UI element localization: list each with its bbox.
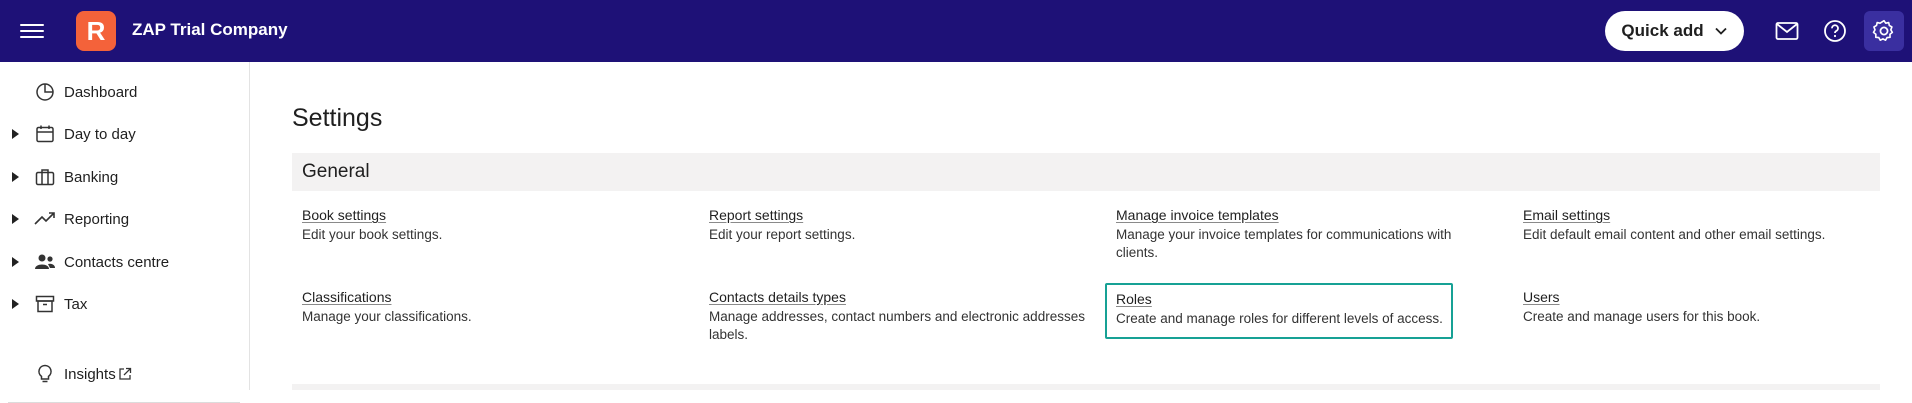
- company-name: ZAP Trial Company: [132, 20, 288, 39]
- trend-line-icon: [34, 208, 56, 230]
- sidebar: Dashboard Day to day Banking Reporting C…: [0, 62, 250, 403]
- expand-caret-icon[interactable]: [12, 129, 19, 139]
- card-description: Manage your classifications.: [302, 309, 472, 324]
- page-title: Settings: [292, 104, 383, 132]
- people-icon: [34, 251, 56, 273]
- sidebar-item-day-to-day[interactable]: Day to day: [0, 116, 249, 152]
- calendar-icon: [34, 123, 56, 145]
- card-description: Create and manage users for this book.: [1523, 309, 1761, 324]
- menu-icon[interactable]: [20, 20, 44, 42]
- card-description: Create and manage roles for different le…: [1116, 311, 1443, 326]
- help-icon[interactable]: [1819, 15, 1851, 47]
- card-link-email-settings[interactable]: Email settings: [1523, 207, 1610, 224]
- top-bar: R ZAP Trial Company Quick add: [0, 0, 1912, 62]
- lightbulb-icon: [34, 363, 56, 385]
- card-link-book-settings[interactable]: Book settings: [302, 207, 386, 224]
- settings-card-email: Email settings Edit default email conten…: [1523, 207, 1903, 244]
- sidebar-item-reporting[interactable]: Reporting: [0, 201, 249, 237]
- expand-caret-icon[interactable]: [12, 257, 19, 267]
- sidebar-item-label: Dashboard: [64, 83, 138, 101]
- sidebar-item-tax[interactable]: Tax: [0, 286, 249, 322]
- card-link-roles[interactable]: Roles: [1116, 291, 1152, 308]
- card-description: Manage your invoice templates for commun…: [1116, 227, 1452, 260]
- card-link-manage-invoice-templates[interactable]: Manage invoice templates: [1116, 207, 1279, 224]
- card-link-report-settings[interactable]: Report settings: [709, 207, 803, 224]
- sidebar-item-label: Banking: [64, 168, 119, 186]
- section-header-general: General: [292, 153, 1880, 191]
- card-description: Edit default email content and other ema…: [1523, 227, 1826, 242]
- sidebar-item-label: Reporting: [64, 210, 130, 228]
- expand-caret-icon[interactable]: [12, 172, 19, 182]
- briefcase-icon: [34, 166, 56, 188]
- mail-icon[interactable]: [1771, 15, 1803, 47]
- settings-card-book: Book settings Edit your book settings.: [302, 207, 682, 244]
- company-logo[interactable]: R: [76, 11, 116, 51]
- card-description: Edit your report settings.: [709, 227, 856, 242]
- settings-card-report: Report settings Edit your report setting…: [709, 207, 1089, 244]
- archive-box-icon: [34, 293, 56, 315]
- expand-caret-icon[interactable]: [12, 214, 19, 224]
- sidebar-item-label: Contacts centre: [64, 253, 170, 271]
- settings-card-roles[interactable]: Roles Create and manage roles for differ…: [1105, 283, 1453, 339]
- next-section-header: [292, 384, 1880, 390]
- gear-icon: [1872, 19, 1894, 42]
- chevron-down-icon: [1714, 27, 1727, 35]
- sidebar-item-label: Tax: [64, 295, 88, 313]
- sidebar-item-label: Insights: [64, 365, 116, 383]
- settings-button[interactable]: [1864, 11, 1904, 51]
- pie-chart-icon: [34, 81, 56, 103]
- card-description: Edit your book settings.: [302, 227, 443, 242]
- external-link-icon: [119, 367, 132, 380]
- quick-add-label: Quick add: [1621, 21, 1704, 40]
- card-description: Manage addresses, contact numbers and el…: [709, 309, 1085, 342]
- sidebar-item-banking[interactable]: Banking: [0, 159, 249, 195]
- settings-card-users: Users Create and manage users for this b…: [1523, 289, 1903, 326]
- quick-add-button[interactable]: Quick add: [1605, 11, 1744, 51]
- card-link-classifications[interactable]: Classifications: [302, 289, 391, 306]
- card-link-contacts-details-types[interactable]: Contacts details types: [709, 289, 846, 306]
- sidebar-item-insights[interactable]: Insights: [0, 356, 249, 392]
- settings-card-invoice-templates: Manage invoice templates Manage your inv…: [1116, 207, 1496, 262]
- main-content: Settings General Book settings Edit your…: [251, 62, 1912, 390]
- sidebar-item-label: Day to day: [64, 125, 136, 143]
- sidebar-item-contacts-centre[interactable]: Contacts centre: [0, 244, 249, 280]
- expand-caret-icon[interactable]: [12, 299, 19, 309]
- settings-card-contact-details-types: Contacts details types Manage addresses,…: [709, 289, 1089, 344]
- settings-card-classifications: Classifications Manage your classificati…: [302, 289, 682, 326]
- sidebar-item-dashboard[interactable]: Dashboard: [0, 74, 249, 110]
- card-link-users[interactable]: Users: [1523, 289, 1560, 306]
